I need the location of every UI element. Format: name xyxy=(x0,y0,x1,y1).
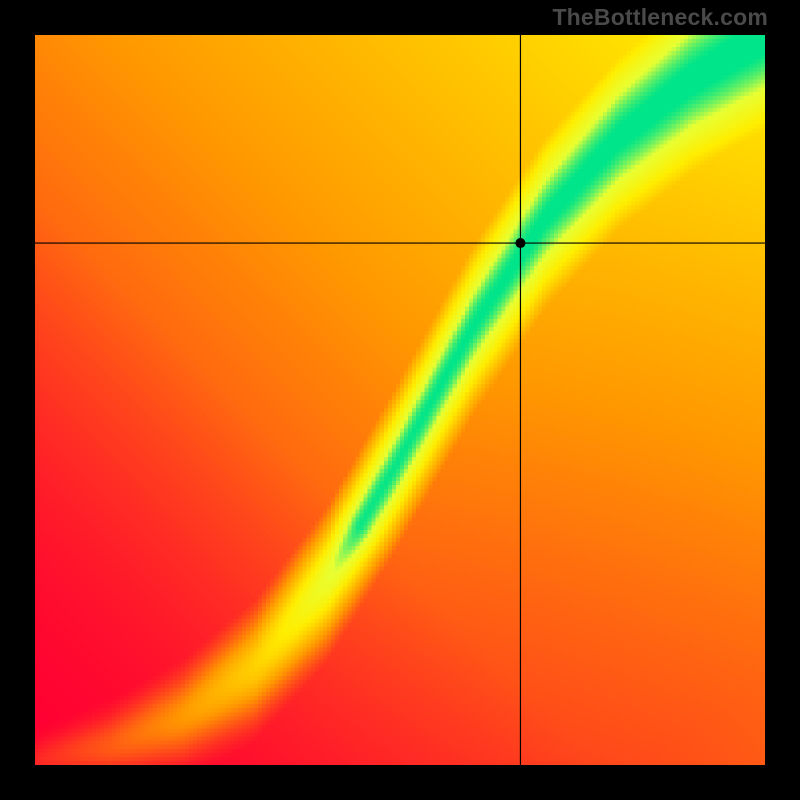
plot-area xyxy=(35,35,765,765)
watermark-text: TheBottleneck.com xyxy=(552,4,768,31)
chart-frame: TheBottleneck.com xyxy=(0,0,800,800)
heatmap-canvas xyxy=(35,35,765,765)
